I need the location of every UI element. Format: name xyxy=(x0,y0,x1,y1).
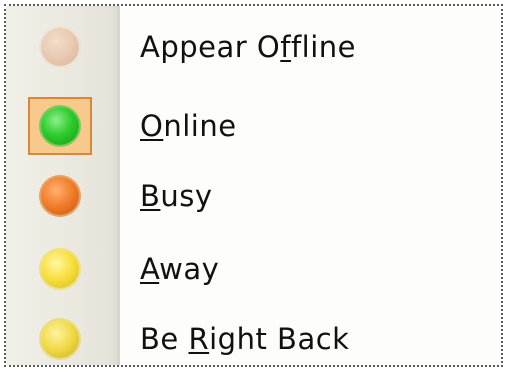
offline-status-icon xyxy=(41,28,79,66)
accelerator-key: A xyxy=(140,252,160,286)
appear-offline-icon-box xyxy=(28,18,92,76)
be-right-back-icon-box xyxy=(28,310,92,368)
be-right-back-status-icon xyxy=(41,320,79,358)
menu-item-busy[interactable]: Busy xyxy=(6,161,501,233)
menu-item-online[interactable]: Online xyxy=(6,91,501,163)
away-status-icon xyxy=(41,250,79,288)
menu-item-away-label: Away xyxy=(140,252,220,286)
menu-item-online-label: Online xyxy=(140,109,237,143)
menu-item-busy-label: Busy xyxy=(140,179,213,213)
busy-status-icon xyxy=(41,177,79,215)
accelerator-key: O xyxy=(140,109,164,143)
menu-item-be-right-back[interactable]: Be Right Back xyxy=(6,304,501,376)
status-menu: Appear Offline Online Busy Away Be Right… xyxy=(4,4,503,367)
menu-item-away[interactable]: Away xyxy=(6,234,501,306)
menu-item-appear-offline-label: Appear Offline xyxy=(140,30,357,64)
menu-item-be-right-back-label: Be Right Back xyxy=(140,322,350,356)
online-status-icon xyxy=(41,107,79,145)
accelerator-key: B xyxy=(140,179,161,213)
accelerator-key: R xyxy=(188,322,210,356)
online-icon-box-selected xyxy=(28,97,92,155)
accelerator-key: f xyxy=(280,30,291,64)
busy-icon-box xyxy=(28,167,92,225)
away-icon-box xyxy=(28,240,92,298)
menu-item-appear-offline[interactable]: Appear Offline xyxy=(6,12,501,84)
